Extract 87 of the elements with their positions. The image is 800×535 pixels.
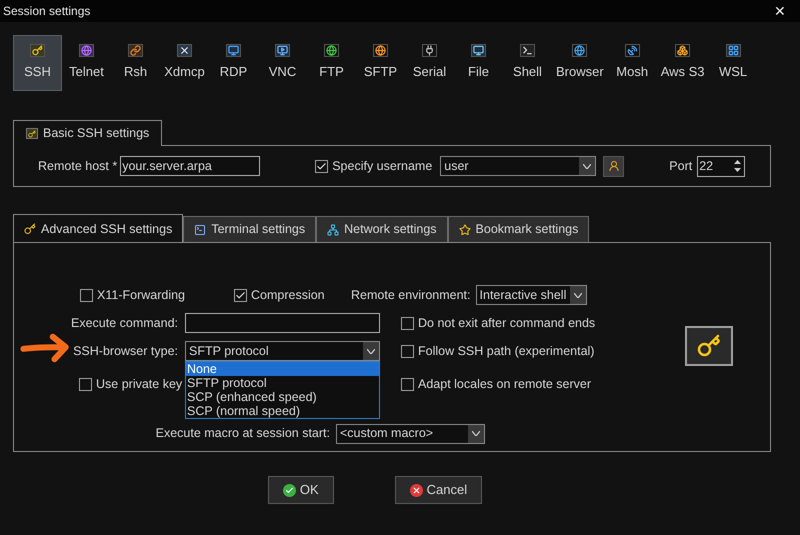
key-icon — [24, 223, 36, 235]
session-type-button[interactable]: RDP — [209, 35, 258, 91]
user-button[interactable] — [603, 156, 624, 176]
caret-icon — [579, 157, 596, 175]
caret-icon — [570, 286, 586, 304]
field-label: Port — [669, 158, 692, 175]
globe-icon — [79, 44, 94, 58]
spinner-icon — [734, 160, 742, 172]
network-icon — [327, 224, 340, 236]
key-button[interactable] — [685, 326, 733, 366]
checkbox[interactable] — [234, 288, 247, 302]
key-icon — [30, 44, 45, 58]
arrow-drawing — [20, 331, 70, 365]
monitor-icon — [471, 44, 486, 58]
ok-button[interactable]: OK — [268, 476, 334, 504]
caret-icon — [468, 424, 484, 443]
boxes-icon — [675, 44, 690, 58]
session-type-button[interactable]: Rsh — [111, 35, 160, 91]
execute-command-field[interactable] — [185, 313, 380, 333]
session-type-button[interactable]: Serial — [405, 35, 454, 91]
ssh-browser-dropdown[interactable]: SFTP protocol — [185, 341, 380, 361]
star-icon — [458, 224, 471, 236]
session-type-button[interactable]: Shell — [503, 35, 552, 91]
tab[interactable]: Bookmark settings — [448, 216, 590, 242]
key-icon — [697, 334, 721, 358]
grid-icon — [726, 44, 741, 58]
checkbox-label: Follow SSH path (experimental) — [418, 342, 594, 360]
field-label: Execute macro at session start: — [156, 425, 330, 442]
tab[interactable]: Network settings — [316, 216, 448, 242]
tab[interactable]: Basic SSH settings — [13, 120, 162, 146]
cancel-button[interactable]: Cancel — [394, 476, 482, 504]
field-label: Remote host * — [38, 158, 118, 175]
field-label: Execute command: — [71, 314, 178, 332]
close-button[interactable]: ✕ — [774, 4, 786, 18]
session-type-button[interactable]: Mosh — [608, 35, 657, 91]
checkbox[interactable] — [401, 316, 414, 330]
window-title: Session settings — [3, 3, 90, 20]
dropdown-option[interactable]: None — [186, 362, 379, 376]
globe-icon — [572, 44, 588, 58]
checkbox[interactable] — [401, 344, 414, 358]
checkbox[interactable] — [79, 378, 92, 391]
session-type-button[interactable]: SFTP — [356, 35, 405, 91]
session-type-button[interactable]: SSH — [13, 35, 62, 91]
checkbox-label: Compression — [251, 286, 325, 304]
session-type-button[interactable]: Browser — [552, 35, 608, 91]
dropdown-option[interactable]: SCP (normal speed) — [186, 404, 379, 418]
macro-dropdown[interactable]: <custom macro> — [336, 424, 485, 444]
globe-icon — [373, 44, 388, 58]
session-type-button[interactable]: FTP — [307, 35, 356, 91]
checkbox-label: Specify username — [332, 158, 432, 175]
session-type-button[interactable]: File — [454, 35, 503, 91]
checkbox[interactable] — [80, 288, 93, 302]
checkbox[interactable] — [315, 160, 328, 172]
checkbox[interactable] — [401, 378, 414, 391]
monitor-icon — [275, 44, 290, 58]
session-type-button[interactable]: VNC — [258, 35, 307, 91]
caret-icon — [363, 342, 379, 360]
username-dropdown[interactable]: user — [440, 156, 596, 176]
close-icon — [410, 484, 423, 496]
x-icon — [177, 44, 192, 58]
checkbox-label: X11-Forwarding — [97, 286, 186, 304]
session-type-button[interactable]: Telnet — [62, 35, 111, 91]
field-label: Remote environment: — [351, 286, 471, 304]
monitor-icon — [226, 44, 241, 58]
globe-icon — [324, 44, 339, 58]
dropdown-option[interactable]: SFTP protocol — [186, 376, 379, 390]
session-type-button[interactable]: WSL — [708, 35, 758, 91]
link-icon — [128, 44, 143, 58]
tab[interactable]: Advanced SSH settings — [13, 214, 184, 243]
terminal-icon — [194, 224, 206, 236]
session-type-button[interactable]: Xdmcp — [160, 35, 209, 91]
key-icon — [26, 128, 38, 139]
user-icon — [608, 160, 620, 172]
session-type-button[interactable]: Aws S3 — [656, 35, 709, 91]
satellite-dish-icon — [624, 44, 640, 58]
checkbox-label: Adapt locales on remote server — [418, 376, 592, 393]
remote-host-field[interactable]: your.server.arpa — [120, 156, 260, 176]
checkbox-label: Use private key — [96, 376, 182, 393]
port-field[interactable]: 22 — [697, 156, 746, 176]
checkbox-label: Do not exit after command ends — [418, 314, 596, 332]
field-label: SSH-browser type: — [73, 342, 178, 360]
plug-icon — [422, 44, 437, 58]
terminal-icon — [520, 44, 535, 58]
tab[interactable]: Terminal settings — [183, 216, 316, 242]
dropdown-option[interactable]: SCP (enhanced speed) — [186, 390, 379, 404]
check-icon — [282, 484, 296, 496]
remote-environment-dropdown[interactable]: Interactive shell — [476, 285, 587, 305]
